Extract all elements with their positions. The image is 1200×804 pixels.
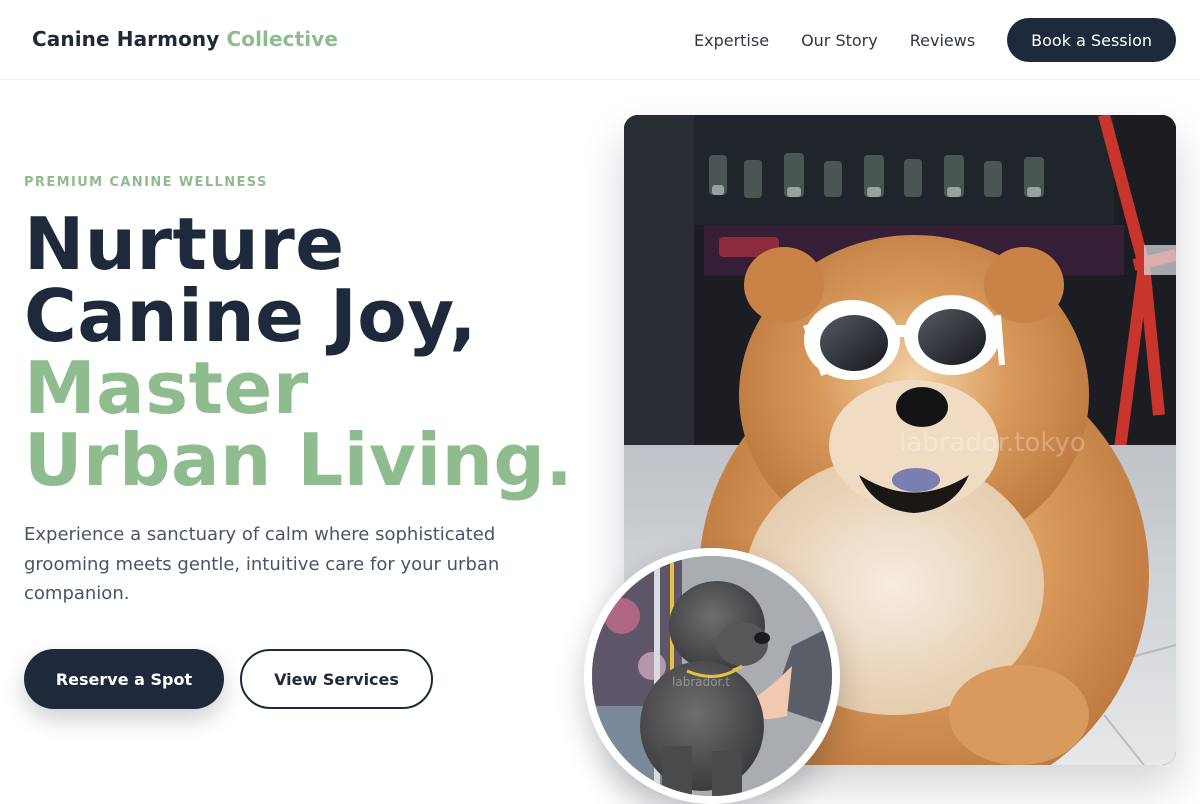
- view-services-button[interactable]: View Services: [240, 649, 433, 709]
- nav-link-expertise[interactable]: Expertise: [694, 31, 769, 50]
- hero-eyebrow: PREMIUM CANINE WELLNESS: [24, 175, 268, 190]
- site-header: Canine Harmony Collective Expertise Our …: [0, 0, 1200, 80]
- inset-photo-watermark: labrador.t: [672, 675, 730, 689]
- headline-line-2: Canine Joy,: [24, 274, 477, 358]
- book-session-button[interactable]: Book a Session: [1007, 18, 1176, 62]
- brand-logo[interactable]: Canine Harmony Collective: [32, 27, 338, 51]
- inset-photo-poodle-grooming: labrador.t: [584, 548, 840, 804]
- hero-headline: Nurture Canine Joy, Master Urban Living.: [24, 208, 573, 496]
- headline-line-4: Urban Living.: [24, 418, 574, 502]
- main-nav: Expertise Our Story Reviews Book a Sessi…: [694, 18, 1176, 62]
- hero-description: Experience a sanctuary of calm where sop…: [24, 524, 500, 604]
- headline-line-1: Nurture: [24, 202, 345, 286]
- brand-name-accent: Collective: [226, 27, 339, 51]
- brand-name: Canine Harmony: [32, 27, 220, 51]
- headline-line-3: Master: [24, 346, 309, 430]
- main-photo-watermark: labrador.tokyo: [899, 428, 1086, 458]
- nav-link-reviews[interactable]: Reviews: [910, 31, 975, 50]
- reserve-spot-button[interactable]: Reserve a Spot: [24, 649, 224, 709]
- nav-link-our-story[interactable]: Our Story: [801, 31, 878, 50]
